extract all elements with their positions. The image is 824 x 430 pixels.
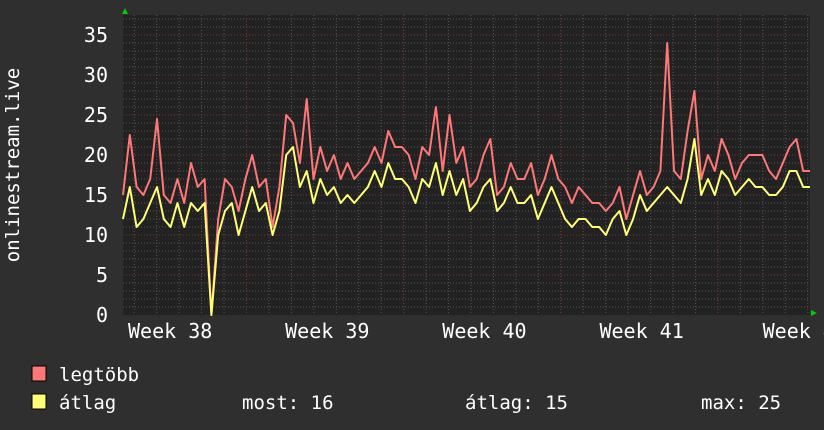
legend-label-max: legtöbb xyxy=(59,364,139,386)
y-tick-label: 25 xyxy=(84,103,108,127)
chart: 05101520253035 Week 38 Week 39 Week 40 Week… xyxy=(2,8,824,414)
legend-stat-avg: átlag: 15 xyxy=(465,392,568,414)
legend-swatch-max xyxy=(31,365,47,382)
y-tick-label: 5 xyxy=(96,263,108,287)
legend-stat-max: max: 25 xyxy=(701,392,781,414)
x-axis-ticks: Week 38 Week 39 Week 40 Week 41 Week 4 xyxy=(128,319,824,343)
x-tick-label: Week 4 xyxy=(763,319,824,343)
legend-stat-now: most: 16 xyxy=(242,392,334,414)
x-tick-label: Week 41 xyxy=(599,319,683,343)
y-axis-ticks: 0 5 10 15 20 25 30 35 xyxy=(84,23,108,327)
y-tick-label: 10 xyxy=(84,223,108,247)
y-axis-label: onlinestream.live xyxy=(2,68,24,262)
x-tick-label: Week 38 xyxy=(128,319,212,343)
x-tick-label: Week 39 xyxy=(285,319,369,343)
x-tick-label: Week 40 xyxy=(442,319,526,343)
x-axis-arrow-icon xyxy=(811,310,817,316)
y-tick-label: 0 xyxy=(96,303,108,327)
y-tick-label: 30 xyxy=(84,63,108,87)
y-tick-label: 20 xyxy=(84,143,108,167)
y-tick-label: 35 xyxy=(84,23,108,47)
y-tick-label: 15 xyxy=(84,183,108,207)
y-axis-arrow-icon xyxy=(122,8,128,14)
legend-label-avg: átlag xyxy=(59,392,116,414)
legend-swatch-avg xyxy=(31,393,47,410)
